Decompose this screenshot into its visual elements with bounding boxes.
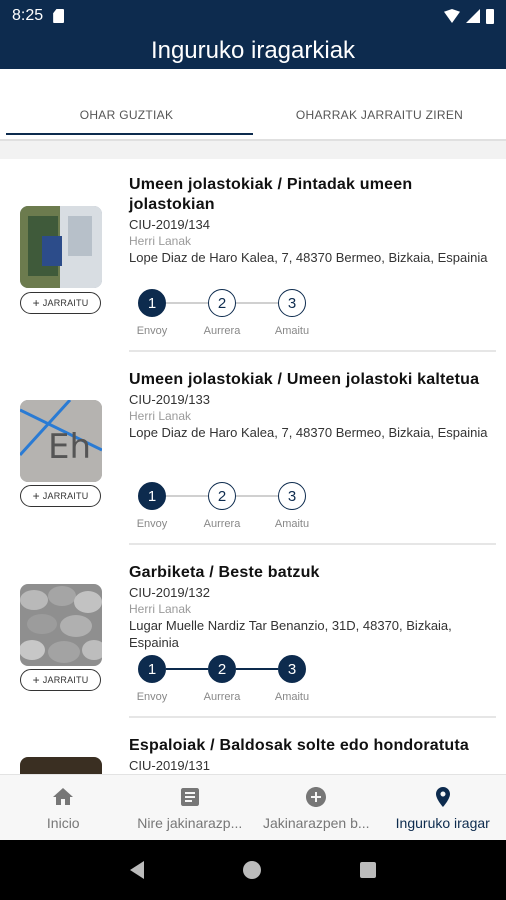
report-code: CIU-2019/131 (129, 758, 210, 773)
step-label: Aurrera (203, 325, 241, 337)
follow-label: JARRAITU (42, 491, 89, 501)
step-1: 1 (138, 655, 166, 683)
system-navigation-bar (0, 840, 506, 900)
step-label: Amaitu (274, 518, 310, 530)
tab-label: OHARRAK JARRAITU ZIREN (295, 108, 464, 122)
cell-signal-icon (466, 9, 480, 23)
card-divider (129, 543, 496, 545)
report-photo (20, 584, 102, 666)
step-2: 2 (208, 289, 236, 317)
recents-icon[interactable] (360, 862, 377, 878)
report-photo (20, 206, 102, 288)
battery-icon (486, 8, 494, 24)
list-top-spacer (0, 141, 506, 159)
plus-icon: + (32, 673, 40, 687)
step-label: Amaitu (274, 325, 310, 337)
report-photo: Eh (20, 400, 102, 482)
step-label: Envoy (136, 518, 168, 530)
status-icons (444, 8, 494, 24)
card-divider (129, 716, 496, 718)
report-code: CIU-2019/133 (129, 392, 210, 407)
report-card[interactable]: + JARRAITU Umeen jolastokiak / Pintadak … (0, 159, 506, 354)
nav-label: Inicio (46, 815, 80, 831)
report-department: Herri Lanak (129, 602, 192, 616)
nav-nearby-reports[interactable]: Inguruko iragar (380, 775, 506, 840)
follow-label: JARRAITU (42, 675, 89, 685)
status-bar: 8:25 (0, 0, 506, 32)
step-1: 1 (138, 289, 166, 317)
plus-icon: + (32, 296, 40, 310)
report-title: Umeen jolastokiak / Pintadak umeen jolas… (129, 176, 413, 213)
report-card[interactable]: Espaloiak / Baldosak solte edo hondoratu… (0, 720, 506, 774)
step-connector (236, 668, 278, 670)
nav-label: Inguruko iragar (395, 815, 490, 831)
step-3: 3 (278, 655, 306, 683)
report-department: Herri Lanak (129, 234, 192, 248)
sd-card-icon (53, 9, 65, 23)
step-connector (236, 302, 278, 304)
home-button-icon[interactable] (242, 861, 261, 879)
report-list[interactable]: + JARRAITU Umeen jolastokiak / Pintadak … (0, 159, 506, 774)
report-code: CIU-2019/132 (129, 585, 210, 600)
step-label: Amaitu (274, 691, 310, 703)
follow-button[interactable]: + JARRAITU (20, 485, 101, 507)
step-connector (166, 668, 208, 670)
report-details: Garbiketa / Beste batzuk CIU-2019/132 He… (129, 563, 494, 651)
report-address: Lugar Muelle Nardiz Tar Benanzio, 31D, 4… (129, 618, 452, 650)
step-connector (236, 495, 278, 497)
follow-button[interactable]: + JARRAITU (20, 669, 101, 691)
step-label: Envoy (136, 691, 168, 703)
nav-home[interactable]: Inicio (0, 775, 127, 840)
back-icon[interactable] (129, 861, 144, 879)
bottom-navigation: Inicio Nire jakinarazp... Jakinarazpen b… (0, 774, 506, 840)
step-1: 1 (138, 482, 166, 510)
step-connector (166, 495, 208, 497)
nav-my-reports[interactable]: Nire jakinarazp... (127, 775, 254, 840)
progress-stepper: 1 2 3 Envoy Aurrera Amaitu (137, 289, 338, 337)
tab-label: OHAR GUZTIAK (79, 108, 174, 122)
report-details: Umeen jolastokiak / Pintadak umeen jolas… (129, 175, 494, 266)
report-details: Espaloiak / Baldosak solte edo hondoratu… (129, 736, 494, 773)
tab-bar: OHAR GUZTIAK OHARRAK JARRAITU ZIREN (0, 69, 506, 141)
card-divider (129, 350, 496, 352)
step-2: 2 (208, 655, 236, 683)
step-3: 3 (278, 289, 306, 317)
wifi-icon (444, 9, 460, 23)
nav-label: Nire jakinarazp... (137, 815, 243, 831)
report-title: Garbiketa / Beste batzuk (129, 564, 320, 581)
step-label: Aurrera (203, 518, 241, 530)
follow-label: JARRAITU (42, 298, 89, 308)
report-title: Umeen jolastokiak / Umeen jolastoki kalt… (129, 371, 480, 388)
plus-icon: + (32, 489, 40, 503)
app-bar: Inguruko iragarkiak (0, 32, 506, 69)
follow-button[interactable]: + JARRAITU (20, 292, 101, 314)
report-address: Lope Diaz de Haro Kalea, 7, 48370 Bermeo… (129, 425, 488, 440)
document-icon (180, 788, 199, 806)
step-connector (166, 302, 208, 304)
report-card[interactable]: + JARRAITU Garbiketa / Beste batzuk CIU-… (0, 547, 506, 720)
nav-label: Jakinarazpen b... (262, 815, 370, 831)
progress-stepper: 1 2 3 Envoy Aurrera Amaitu (137, 655, 338, 703)
report-photo (20, 757, 102, 774)
nav-new-report[interactable]: Jakinarazpen b... (253, 775, 380, 840)
step-label: Envoy (136, 325, 168, 337)
status-time: 8:25 (12, 7, 44, 24)
home-icon (53, 788, 74, 805)
tab-all-reports[interactable]: OHAR GUZTIAK (0, 69, 253, 141)
svg-text:Eh: Eh (48, 427, 91, 467)
step-3: 3 (278, 482, 306, 510)
report-address: Lope Diaz de Haro Kalea, 7, 48370 Bermeo… (129, 250, 488, 265)
report-code: CIU-2019/134 (129, 217, 210, 232)
report-card[interactable]: Eh + JARRAITU Umeen jolastokiak / Umeen … (0, 354, 506, 547)
report-department: Herri Lanak (129, 409, 192, 423)
step-label: Aurrera (203, 691, 241, 703)
tab-followed-reports[interactable]: OHARRAK JARRAITU ZIREN (253, 69, 506, 141)
report-title: Espaloiak / Baldosak solte edo hondoratu… (129, 737, 470, 754)
progress-stepper: 1 2 3 Envoy Aurrera Amaitu (137, 482, 338, 530)
add-circle-icon (306, 787, 327, 807)
page-title: Inguruko iragarkiak (150, 36, 356, 64)
report-details: Umeen jolastokiak / Umeen jolastoki kalt… (129, 370, 494, 441)
location-pin-icon (435, 787, 450, 807)
step-2: 2 (208, 482, 236, 510)
